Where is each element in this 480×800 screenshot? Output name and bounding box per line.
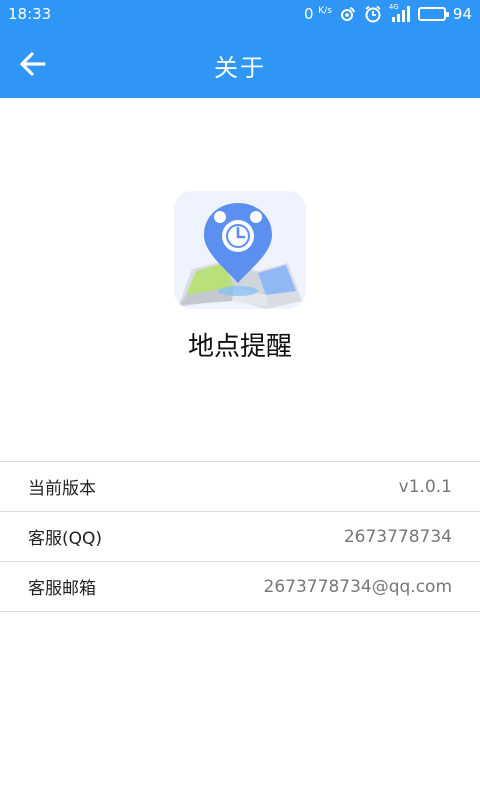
net-speed-unit: K/s [318, 6, 332, 16]
qq-value: 2673778734 [343, 526, 452, 547]
info-row-label: 客服(QQ) [28, 529, 103, 549]
app-icon [174, 191, 306, 309]
signal-indicator: 4G [388, 3, 411, 22]
net-speed: 0 K/s [304, 5, 332, 23]
info-row-label: 当前版本 [28, 479, 96, 499]
info-row-label: 客服邮箱 [28, 579, 96, 599]
battery-indicator: 94 [417, 5, 472, 23]
info-list: 当前版本 v1.0.1 客服(QQ) 2673778734 客服邮箱 26737… [0, 461, 480, 612]
top-app-bar: 18:33 0 K/s 4G 94 关于 [0, 0, 480, 98]
app-name: 地点提醒 [187, 332, 292, 362]
location-alarm-map-icon [178, 203, 302, 309]
info-row-email[interactable]: 客服邮箱 2673778734@qq.com [0, 562, 480, 612]
email-value: 2673778734@qq.com [263, 576, 452, 597]
page-title: 关于 [214, 54, 266, 82]
info-row-qq[interactable]: 客服(QQ) 2673778734 [0, 512, 480, 562]
status-time: 18:33 [8, 5, 52, 23]
status-icons: 0 K/s 4G 94 [304, 3, 472, 23]
net-speed-value: 0 [303, 5, 314, 23]
battery-icon [417, 7, 449, 21]
battery-percent: 94 [452, 5, 472, 23]
toolbar: 关于 [0, 28, 480, 98]
info-row-version[interactable]: 当前版本 v1.0.1 [0, 462, 480, 512]
status-bar: 18:33 0 K/s 4G 94 [0, 0, 480, 28]
satellite-icon [340, 7, 355, 21]
network-type: 4G [388, 3, 399, 11]
alarm-clock-icon [365, 5, 381, 23]
version-value: v1.0.1 [398, 476, 452, 497]
